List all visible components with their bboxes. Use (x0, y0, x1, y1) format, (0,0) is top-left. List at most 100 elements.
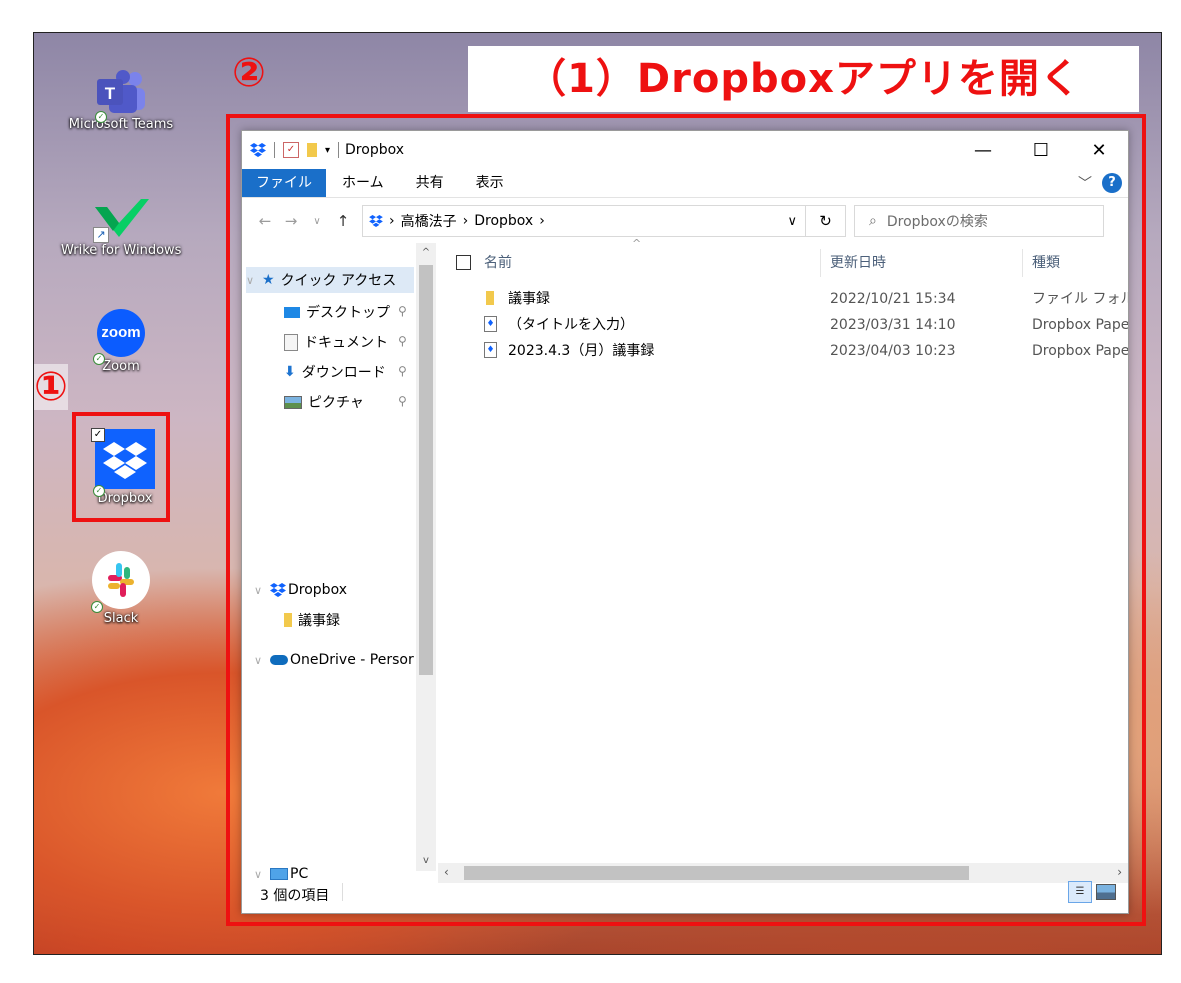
paper-doc-icon: ♦ (484, 342, 497, 358)
file-name: 2023.4.3（月）議事録 (508, 343, 655, 359)
chevron-right-icon: › (389, 213, 395, 229)
up-button[interactable]: ↑ (330, 212, 356, 230)
column-header-type[interactable]: 種類 (1032, 243, 1060, 283)
search-input[interactable]: ⌕ Dropboxの検索 (854, 205, 1104, 237)
search-placeholder: Dropboxの検索 (886, 214, 988, 230)
file-row[interactable]: ♦ 2023.4.3（月）議事録 2023/04/03 10:23 Dropbo… (438, 338, 1128, 364)
step1-highlight-box (72, 412, 170, 522)
dropbox-small-icon (270, 583, 286, 597)
recent-locations-icon[interactable]: ∨ (304, 216, 330, 227)
back-button[interactable]: ← (252, 212, 278, 230)
chevron-down-icon: ∨ (254, 583, 263, 597)
scroll-up-arrow[interactable]: ^ (416, 247, 436, 258)
pin-icon[interactable]: ⚲ (398, 304, 407, 318)
item-count: 3 個の項目 (260, 888, 330, 904)
breadcrumb-item[interactable]: 高橋法子 (401, 211, 457, 231)
breadcrumb-item[interactable]: Dropbox (474, 213, 533, 229)
qat-dropdown-icon[interactable]: ▾ (325, 145, 330, 156)
file-type: Dropbox Paper (1032, 343, 1128, 359)
tab-home[interactable]: ホーム (326, 169, 400, 197)
file-type: ファイル フォルダー (1032, 291, 1128, 307)
pin-icon[interactable]: ⚲ (398, 394, 407, 408)
explorer-window: ✓ ▾ Dropbox — ☐ ✕ ファイル ホーム 共有 表示 ﹀ ? ← →… (241, 130, 1129, 914)
status-divider (342, 883, 343, 901)
file-list: ^ 名前 更新日時 種類 議事録 2022/10/21 15:34 ファイル フ… (438, 237, 1128, 871)
properties-icon[interactable]: ✓ (283, 142, 299, 158)
chevron-down-icon: ∨ (254, 653, 263, 667)
file-date: 2023/04/03 10:23 (830, 343, 956, 359)
sort-indicator-icon: ^ (632, 237, 642, 250)
close-button[interactable]: ✕ (1070, 131, 1128, 169)
nav-label: Dropbox (288, 582, 347, 598)
desktop-icon-slack[interactable]: ✓ Slack (61, 551, 181, 626)
desktop-icon-teams[interactable]: T ✓ Microsoft Teams (61, 69, 181, 132)
large-icons-view-button[interactable] (1096, 884, 1116, 900)
nav-desktop[interactable]: デスクトップ (284, 299, 390, 325)
star-icon: ★ (262, 272, 275, 288)
desktop-icon-label: Slack (103, 611, 139, 626)
file-date: 2022/10/21 15:34 (830, 291, 956, 307)
nav-documents[interactable]: ドキュメント (284, 329, 388, 355)
desktop-icon-label: Zoom (102, 359, 140, 374)
status-bar: 3 個の項目 ☰ (242, 871, 1128, 913)
folder-icon (486, 291, 494, 305)
nav-pictures[interactable]: ピクチャ (284, 389, 364, 415)
search-icon: ⌕ (869, 213, 877, 229)
pin-icon[interactable]: ⚲ (398, 334, 407, 348)
nav-dropbox-child[interactable]: 議事録 (284, 607, 340, 633)
nav-label: ダウンロード (301, 365, 386, 381)
maximize-button[interactable]: ☐ (1012, 131, 1070, 169)
step2-label: ② (232, 50, 266, 96)
nav-scrollbar[interactable]: ^ v (416, 243, 436, 871)
cloud-icon (270, 655, 288, 665)
desktop-icon-wrike[interactable]: ↗ Wrike for Windows (61, 195, 181, 258)
nav-downloads[interactable]: ⬇ ダウンロード (284, 359, 386, 385)
sync-check-icon: ✓ (93, 353, 105, 365)
select-all-checkbox[interactable] (456, 255, 471, 270)
expand-ribbon-icon[interactable]: ﹀ (1078, 173, 1092, 193)
chevron-right-icon: › (539, 213, 545, 229)
forward-button[interactable]: → (278, 212, 304, 230)
desktop-icon-label: Wrike for Windows (61, 243, 182, 258)
tab-share[interactable]: 共有 (400, 169, 460, 197)
column-header-date[interactable]: 更新日時 (830, 243, 886, 283)
teams-icon: T (97, 70, 145, 113)
slack-icon (92, 551, 150, 609)
nav-label: OneDrive - Persor (290, 652, 414, 668)
address-row: ← → ∨ ↑ › 高橋法子 › Dropbox › ∨ ↻ ⌕ Dropbox… (242, 198, 1128, 244)
address-bar[interactable]: › 高橋法子 › Dropbox › ∨ (362, 205, 806, 237)
refresh-button[interactable]: ↻ (806, 205, 846, 237)
nav-onedrive[interactable]: ∨ OneDrive - Persor (254, 647, 414, 673)
file-row[interactable]: 議事録 2022/10/21 15:34 ファイル フォルダー (438, 286, 1128, 312)
desktop-icon-zoom[interactable]: zoom ✓ Zoom (61, 309, 181, 374)
nav-label: デスクトップ (306, 305, 390, 321)
nav-dropbox[interactable]: ∨ Dropbox (254, 577, 347, 603)
ribbon-tabs: ファイル ホーム 共有 表示 ﹀ ? (242, 169, 1128, 198)
scroll-down-arrow[interactable]: v (416, 855, 436, 866)
minimize-button[interactable]: — (954, 131, 1012, 169)
nav-label: ドキュメント (304, 335, 388, 351)
file-name: （タイトルを入力） (508, 317, 634, 333)
chevron-down-icon[interactable]: ∨ (787, 214, 805, 229)
documents-icon (284, 333, 298, 351)
shortcut-arrow-icon: ↗ (93, 227, 109, 243)
instruction-title: （1）Dropboxアプリを開く (468, 46, 1139, 112)
column-header-name[interactable]: 名前 (484, 243, 512, 283)
sync-check-icon: ✓ (91, 601, 103, 613)
tab-file[interactable]: ファイル (242, 169, 326, 197)
nav-quick-access[interactable]: ∨ ★ クイック アクセス (246, 267, 414, 293)
window-title: Dropbox (345, 142, 405, 158)
paper-doc-icon: ♦ (484, 316, 497, 332)
pin-icon[interactable]: ⚲ (398, 364, 407, 378)
dropbox-small-icon (369, 215, 383, 227)
zoom-icon: zoom (97, 309, 145, 357)
file-row[interactable]: ♦ （タイトルを入力） 2023/03/31 14:10 Dropbox Pap… (438, 312, 1128, 338)
details-view-button[interactable]: ☰ (1068, 881, 1092, 903)
tab-view[interactable]: 表示 (460, 169, 520, 197)
step1-label: ① (34, 364, 68, 410)
scroll-thumb[interactable] (419, 265, 433, 675)
quick-access-toolbar: ✓ ▾ (242, 142, 340, 158)
help-icon[interactable]: ? (1102, 173, 1122, 193)
new-folder-icon[interactable] (307, 143, 317, 157)
nav-label: 議事録 (298, 613, 340, 629)
